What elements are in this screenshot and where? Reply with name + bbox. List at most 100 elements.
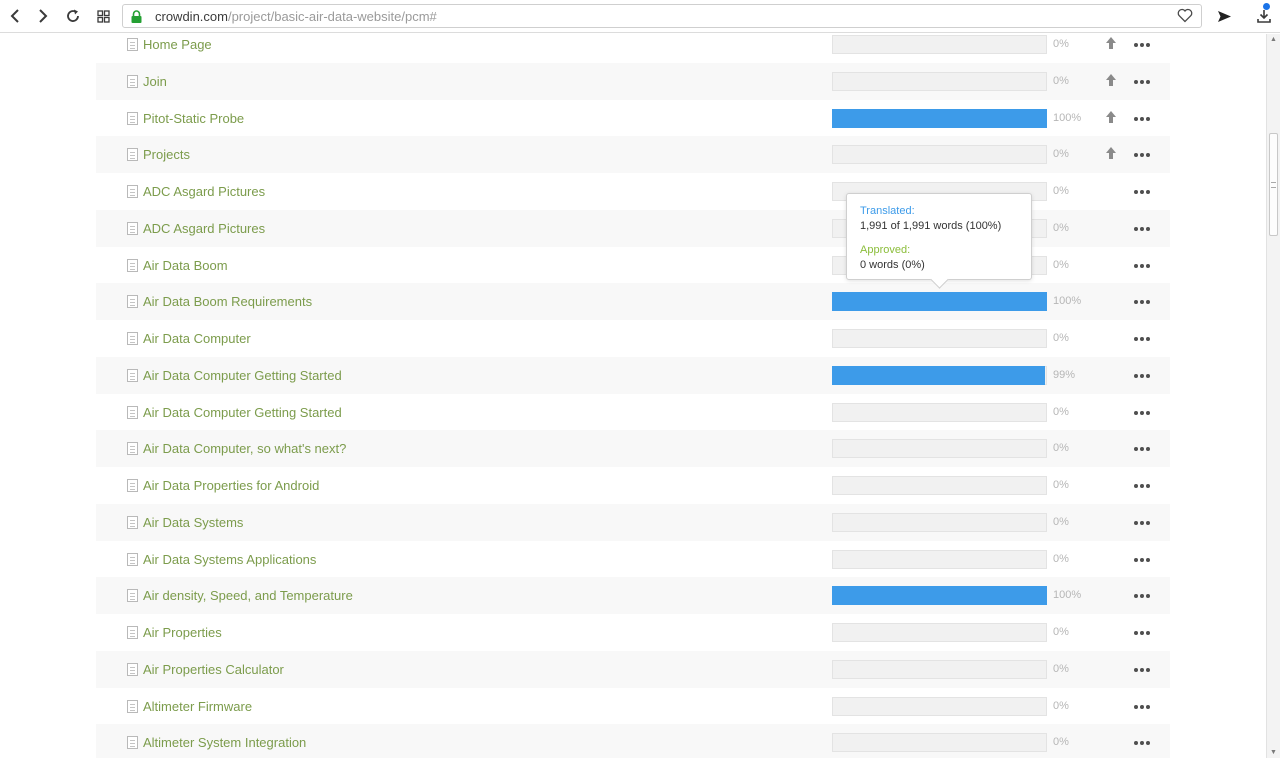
translation-progress-fill [832,108,1047,128]
file-name-link[interactable]: Air Data Systems [143,515,243,530]
file-name-link[interactable]: Air Data Computer, so what's next? [143,441,346,456]
file-name-link[interactable]: Air Data Boom Requirements [143,294,312,309]
translation-progress-bar[interactable] [832,145,1047,165]
translation-percent: 0% [1053,74,1069,87]
file-name-link[interactable]: ADC Asgard Pictures [143,184,265,199]
vertical-scrollbar[interactable]: ▲ ▼ [1266,34,1280,758]
file-icon [127,626,138,639]
translation-progress-bar[interactable] [832,292,1047,312]
scroll-down-arrow-icon[interactable]: ▼ [1270,749,1277,756]
more-options-icon[interactable] [1133,700,1153,712]
address-bar[interactable]: crowdin.com/project/basic-air-data-websi… [122,4,1202,28]
file-name-link[interactable]: Air Data Systems Applications [143,552,316,567]
more-options-icon[interactable] [1133,369,1153,381]
translation-progress-bar[interactable] [832,108,1047,128]
more-options-icon[interactable] [1133,442,1153,454]
file-name-link[interactable]: Air Data Computer [143,331,251,346]
file-icon [127,699,138,713]
file-list: Home Page 0% Join 0% Pitot-Static Probe 100% P… [0,34,1266,758]
more-options-icon[interactable] [1133,222,1153,234]
translation-progress-bar[interactable] [832,476,1047,495]
tooltip-approved-label: Approved: [860,244,911,256]
file-icon [127,38,138,51]
heart-icon[interactable] [1177,8,1193,28]
file-icon [127,405,138,419]
scroll-up-arrow-icon[interactable]: ▲ [1270,36,1277,43]
more-options-icon[interactable] [1133,626,1153,638]
translation-progress-bar[interactable] [832,402,1047,422]
more-options-icon[interactable] [1133,75,1153,87]
translation-progress-bar[interactable] [832,329,1047,348]
file-row: Air Data Systems 0% [96,503,1170,541]
more-options-icon[interactable] [1133,553,1153,565]
translation-percent: 100% [1053,111,1082,124]
more-options-icon[interactable] [1133,148,1153,160]
more-options-icon[interactable] [1133,38,1153,50]
file-name-link[interactable]: Air Properties [143,625,222,640]
file-name-link[interactable]: Air Properties Calculator [143,662,284,677]
translation-percent: 100% [1053,589,1082,602]
translation-progress-bar[interactable] [832,549,1047,569]
translation-percent: 0% [1053,148,1069,161]
more-options-icon[interactable] [1133,295,1153,307]
translation-progress-bar[interactable] [832,733,1047,753]
more-options-icon[interactable] [1133,589,1153,601]
more-options-icon[interactable] [1133,112,1153,124]
more-options-icon[interactable] [1133,332,1153,344]
file-name-link[interactable]: ADC Asgard Pictures [143,221,265,236]
tab-grid-icon[interactable] [92,5,114,27]
file-row: Air density, Speed, and Temperature 100% [96,577,1170,615]
upload-arrow-icon[interactable] [1105,110,1117,124]
file-row: Air Properties Calculator 0% [96,650,1170,688]
file-name-link[interactable]: Altimeter System Integration [143,735,306,750]
translation-percent: 0% [1053,626,1069,638]
translation-progress-bar[interactable] [832,623,1047,642]
translation-percent: 0% [1053,185,1069,197]
translation-progress-bar[interactable] [832,659,1047,679]
scrollbar-thumb[interactable] [1269,133,1278,236]
more-options-icon[interactable] [1133,259,1153,271]
translation-progress-bar[interactable] [832,365,1047,385]
translation-percent: 0% [1053,332,1069,344]
more-options-icon[interactable] [1133,185,1153,197]
more-options-icon[interactable] [1133,479,1153,491]
file-name-link[interactable]: Air Data Boom [143,258,228,273]
file-name-link[interactable]: Altimeter Firmware [143,699,252,714]
file-row: Pitot-Static Probe 100% [96,100,1170,137]
file-name-link[interactable]: Air density, Speed, and Temperature [143,588,353,603]
more-options-icon[interactable] [1133,516,1153,528]
upload-arrow-icon[interactable] [1105,37,1117,50]
file-icon [127,111,138,125]
translation-progress-bar[interactable] [832,35,1047,54]
translation-percent: 0% [1053,442,1069,455]
more-options-icon[interactable] [1133,663,1153,675]
translation-progress-fill [832,292,1047,312]
send-icon[interactable] [1213,5,1235,27]
file-name-link[interactable]: Air Data Computer Getting Started [143,368,342,383]
file-icon [127,185,138,198]
file-row: Projects 0% [96,136,1170,174]
translation-percent: 0% [1053,479,1069,491]
more-options-icon[interactable] [1133,406,1153,418]
more-options-icon[interactable] [1133,736,1153,748]
reload-icon[interactable] [62,5,84,27]
file-row: Air Data Properties for Android 0% [96,467,1170,504]
translation-progress-bar[interactable] [832,71,1047,91]
translation-progress-bar[interactable] [832,512,1047,532]
file-name-link[interactable]: Pitot-Static Probe [143,111,244,126]
translation-progress-bar[interactable] [832,439,1047,459]
file-name-link[interactable]: Join [143,74,167,89]
translation-progress-bar[interactable] [832,586,1047,606]
translation-progress-bar[interactable] [832,696,1047,716]
upload-arrow-icon[interactable] [1105,73,1117,87]
file-icon [127,736,138,750]
file-name-link[interactable]: Home Page [143,37,212,52]
translation-percent: 0% [1053,736,1069,749]
file-name-link[interactable]: Projects [143,147,190,162]
file-name-link[interactable]: Air Data Computer Getting Started [143,405,342,420]
back-icon[interactable] [4,5,26,27]
forward-icon[interactable] [32,5,54,27]
file-icon [127,74,138,88]
upload-arrow-icon[interactable] [1105,147,1117,160]
file-name-link[interactable]: Air Data Properties for Android [143,478,319,493]
